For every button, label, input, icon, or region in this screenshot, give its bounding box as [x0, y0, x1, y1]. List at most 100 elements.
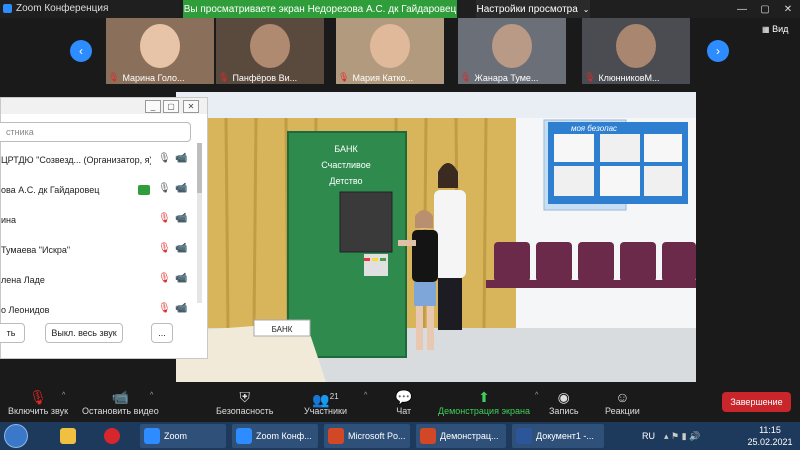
tray-icons[interactable]: ▴ ⚑ ▮ 🔊: [664, 424, 700, 448]
woman-figure: [434, 190, 466, 278]
gallery-prev-button[interactable]: ‹: [70, 40, 92, 62]
camera-icon[interactable]: 📹: [175, 243, 187, 254]
girl-figure: [412, 230, 438, 282]
folder-icon: [60, 428, 76, 444]
end-meeting-button[interactable]: Завершение: [722, 392, 791, 412]
participant-row[interactable]: лена Ладе 🎙 📹: [1, 266, 191, 296]
participant-row[interactable]: о Леонидов 🎙 📹: [1, 296, 191, 316]
shield-icon: ⛨: [239, 389, 250, 405]
taskbar-zoom-label: Zoom: [164, 431, 188, 441]
chevron-up-icon[interactable]: ^: [364, 392, 367, 399]
unmute-label: Включить звук: [8, 406, 69, 416]
mic-off-icon: 🎙: [108, 72, 120, 82]
mic-off-icon[interactable]: 🎙: [158, 273, 171, 284]
participant-row[interactable]: ЦРТДЮ "Созвезд... (Организатор, я) 🎙 📹: [1, 146, 191, 176]
search-placeholder: стника: [6, 127, 34, 137]
chevron-down-icon: ⌄: [582, 4, 590, 14]
reactions-label: Реакции: [605, 406, 640, 416]
mic-off-icon[interactable]: 🎙: [158, 213, 171, 224]
chevron-up-icon[interactable]: ^: [62, 392, 65, 399]
chevron-up-icon[interactable]: ^: [535, 392, 538, 399]
close-button[interactable]: ✕: [778, 0, 798, 18]
record-label: Запись: [549, 406, 579, 416]
camera-off-icon[interactable]: 📹: [175, 213, 187, 224]
view-label: Вид: [772, 24, 789, 34]
participant-row[interactable]: ина 🎙 📹: [1, 206, 191, 236]
gallery-next-button[interactable]: ›: [707, 40, 729, 62]
windows-logo-icon: [4, 424, 28, 448]
mic-off-icon: 🎙: [218, 72, 230, 82]
atm-sign-3: Детство: [329, 176, 362, 186]
taskbar-explorer[interactable]: [60, 424, 80, 448]
scrollbar-thumb[interactable]: [197, 143, 202, 193]
taskbar-zoom-conf[interactable]: Zoom Конф...: [232, 424, 318, 448]
taskbar-word[interactable]: Документ1 -...: [512, 424, 604, 448]
view-options-label: Настройки просмотра: [476, 3, 578, 15]
mic-off-icon[interactable]: 🎙: [158, 243, 171, 254]
panel-minimize-button[interactable]: _: [145, 100, 161, 113]
taskbar-powerpoint[interactable]: Microsoft Po...: [324, 424, 410, 448]
mic-off-icon[interactable]: 🎙: [158, 303, 171, 314]
participant-row-name: о Леонидов: [1, 305, 50, 315]
participant-thumb[interactable]: 🎙 Панфёров Ви...: [216, 18, 324, 84]
view-options-button[interactable]: Настройки просмотра ⌄: [476, 0, 590, 18]
taskbar-presentation[interactable]: Демонстрац...: [416, 424, 506, 448]
chevron-up-icon[interactable]: ^: [150, 392, 153, 399]
unmute-button[interactable]: 🎙 Включить звук: [8, 388, 68, 416]
participant-name: Марина Голо...: [122, 72, 185, 83]
panel-close-button[interactable]: ✕: [183, 100, 199, 113]
participant-row[interactable]: Тумаева "Искра" 🎙 📹: [1, 236, 191, 266]
video-button[interactable]: 📹 Остановить видео: [82, 388, 159, 416]
participant-row[interactable]: ова А.С. дк Гайдаровец 🎙 📹: [1, 176, 191, 206]
shared-scene: моя безопас БАНК Счастливое Детство БАНК: [176, 92, 696, 382]
participants-count: 21: [329, 392, 339, 401]
reactions-button[interactable]: ☺ Реакции: [605, 388, 640, 416]
chevron-left-icon: ‹: [79, 44, 83, 58]
language-indicator[interactable]: RU: [642, 424, 655, 448]
participants-button[interactable]: 👥21 Участники: [304, 388, 347, 416]
share-label: Демонстрация экрана: [438, 406, 530, 416]
camera-icon[interactable]: 📹: [175, 273, 187, 284]
participant-thumb[interactable]: 🎙 КлюнниковМ...: [582, 18, 690, 84]
zoom-logo-icon: [3, 4, 12, 13]
invite-button[interactable]: ть: [0, 323, 25, 343]
clock-date: 25.02.2021: [747, 437, 793, 447]
participant-thumb[interactable]: 🎙 Жанара Туме...: [458, 18, 566, 84]
mic-off-icon: 🎙: [584, 72, 596, 82]
more-button[interactable]: ...: [151, 323, 173, 343]
table-sign: БАНК: [272, 325, 293, 334]
view-button[interactable]: ▦ Вид: [762, 24, 788, 34]
taskbar-zoom[interactable]: Zoom: [140, 424, 226, 448]
clock-time: 11:15: [759, 425, 781, 435]
participant-search-input[interactable]: стника: [0, 122, 191, 142]
participant-thumb[interactable]: 🎙 Марина Голо...: [106, 18, 214, 84]
camera-icon[interactable]: 📹: [175, 303, 187, 314]
camera-icon[interactable]: 📹: [175, 153, 187, 164]
clock[interactable]: 11:15 25.02.2021: [744, 424, 796, 448]
security-label: Безопасность: [216, 406, 274, 416]
minimize-button[interactable]: —: [732, 0, 752, 18]
powerpoint-icon: [328, 428, 344, 444]
share-screen-button[interactable]: ⬆ Демонстрация экрана: [438, 388, 530, 416]
participant-label: 🎙 Мария Катко...: [336, 71, 413, 84]
taskbar-opera[interactable]: [104, 424, 124, 448]
chat-button[interactable]: 💬 Чат: [395, 388, 412, 416]
mic-icon[interactable]: 🎙: [158, 153, 171, 164]
mute-all-button[interactable]: Выкл. весь звук: [45, 323, 123, 343]
atm-sign-1: БАНК: [334, 144, 358, 154]
participant-thumb[interactable]: 🎙 Мария Катко...: [336, 18, 444, 84]
start-button[interactable]: [4, 424, 32, 448]
panel-popout-button[interactable]: ▢: [163, 100, 179, 113]
participant-label: 🎙 Панфёров Ви...: [216, 71, 297, 84]
participant-row-name: Тумаева "Искра": [1, 245, 71, 255]
panel-scrollbar[interactable]: [197, 143, 202, 303]
participant-row-name: ЦРТДЮ "Созвезд... (Организатор, я): [1, 155, 151, 165]
camera-icon[interactable]: 📹: [175, 183, 187, 194]
zoom-icon: [144, 428, 160, 444]
restore-button[interactable]: ▢: [755, 0, 775, 18]
mic-icon[interactable]: 🎙: [158, 183, 171, 194]
security-button[interactable]: ⛨ Безопасность: [216, 388, 273, 416]
record-button[interactable]: ◉ Запись: [549, 388, 579, 416]
window-title: Zoom Конференция: [16, 3, 109, 14]
participant-face: [140, 24, 180, 68]
